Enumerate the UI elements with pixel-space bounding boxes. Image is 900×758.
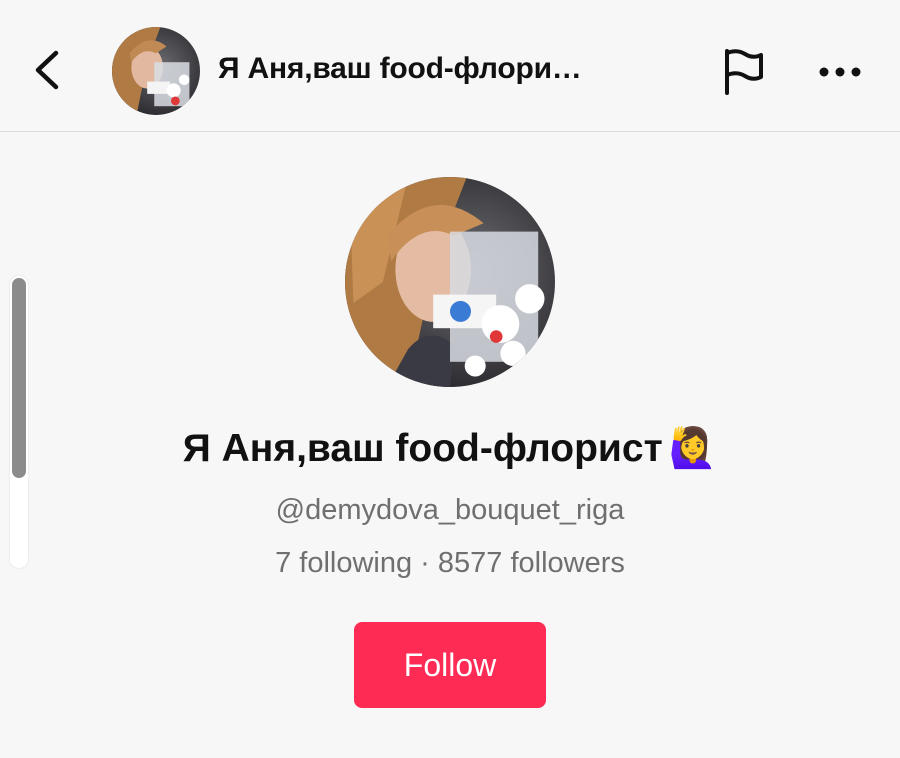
flag-icon xyxy=(721,47,767,97)
back-button[interactable] xyxy=(22,42,72,98)
header-avatar[interactable] xyxy=(112,27,200,115)
header-title: Я Аня,ваш food-флори… xyxy=(218,52,582,85)
display-name: Я Аня,ваш food-флорист 🙋‍♀️ xyxy=(0,425,900,471)
top-bar: Я Аня,ваш food-флори… xyxy=(0,0,900,132)
follow-button[interactable]: Follow xyxy=(354,622,546,708)
raising-hand-emoji: 🙋‍♀️ xyxy=(668,426,718,471)
more-horizontal-icon xyxy=(818,66,862,78)
chevron-left-icon xyxy=(32,49,62,91)
profile-page: Я Аня,ваш food-флори… Я Аня,ваш food-фло… xyxy=(0,0,900,758)
username: @demydova_bouquet_riga xyxy=(275,494,625,526)
more-options-button[interactable] xyxy=(812,48,868,96)
profile-avatar[interactable] xyxy=(345,177,555,387)
follow-stats[interactable]: 7 following · 8577 followers xyxy=(0,547,900,580)
display-name-text: Я Аня,ваш food-флорист xyxy=(182,427,663,470)
report-button[interactable] xyxy=(716,44,772,100)
